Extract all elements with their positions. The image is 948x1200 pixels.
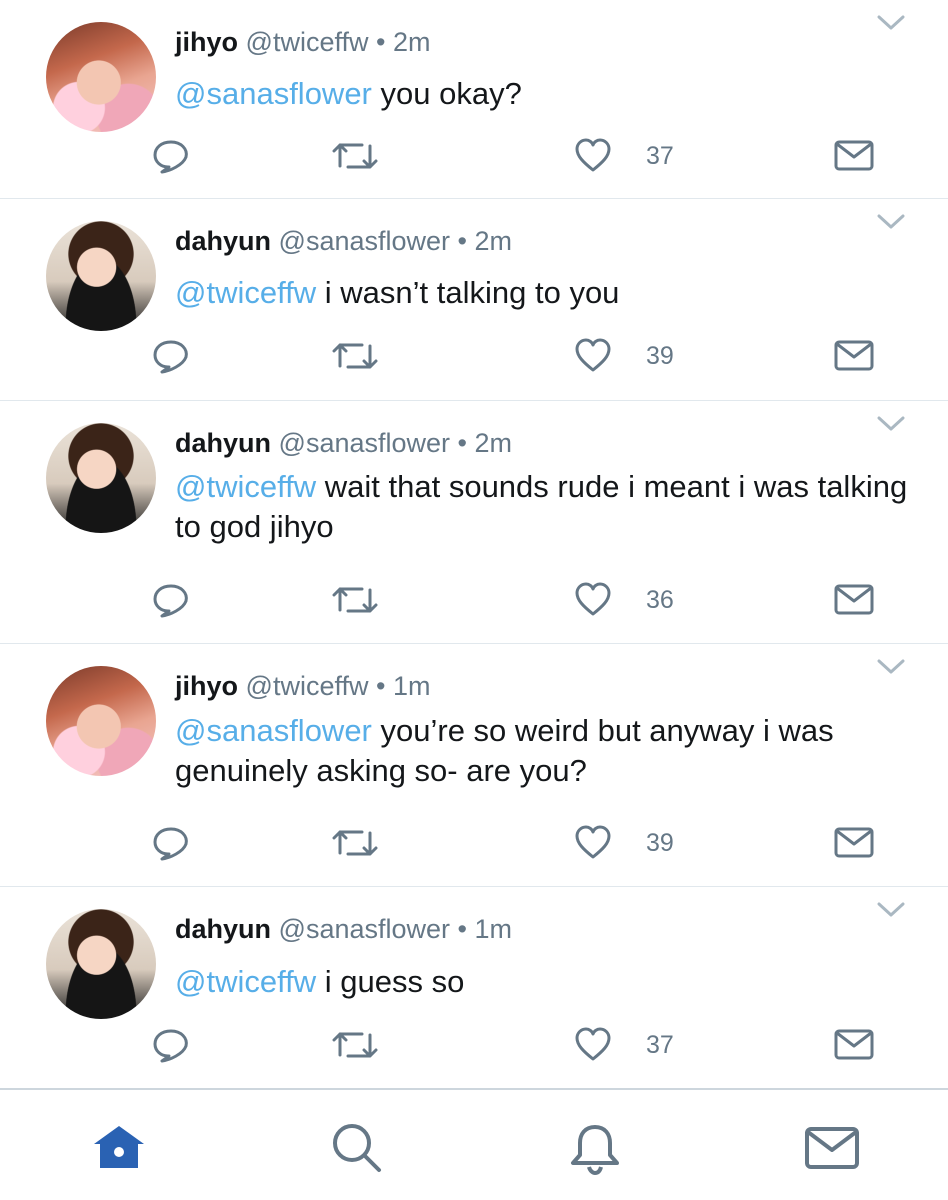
timestamp: 1m [392,671,431,701]
author-name[interactable]: jihyo [175,671,238,701]
direct-message-icon[interactable] [834,339,874,372]
tweet[interactable]: jihyo @twiceffw • 1m @sanasflower you’re… [0,644,948,887]
home-icon[interactable] [90,1122,148,1172]
separator-dot: • [375,671,386,701]
tweet[interactable]: dahyun @sanasflower • 1m @twiceffw i gue… [0,887,948,1088]
like-count: 39 [646,342,674,370]
tweet-header: dahyun @sanasflower • 2m [175,427,512,459]
search-icon[interactable] [330,1122,384,1174]
like-icon[interactable] [574,581,612,617]
retweet-icon[interactable] [332,584,378,616]
author-handle[interactable]: @twiceffw [246,27,369,57]
avatar[interactable] [46,909,156,1019]
timestamp: 1m [474,914,513,944]
author-name[interactable]: dahyun [175,914,271,944]
like-count: 37 [646,142,674,170]
retweet-icon[interactable] [332,827,378,859]
chevron-down-icon[interactable] [876,415,906,433]
reply-icon[interactable] [152,138,190,174]
tweet-text-content: i wasn’t talking to you [316,275,620,310]
chevron-down-icon[interactable] [876,901,906,919]
tweet-header: dahyun @sanasflower • 1m [175,913,512,945]
author-handle[interactable]: @sanasflower [279,226,450,256]
author-handle[interactable]: @sanasflower [279,428,450,458]
author-name[interactable]: dahyun [175,428,271,458]
direct-message-icon[interactable] [834,1028,874,1061]
timestamp: 2m [474,226,513,256]
reply-icon[interactable] [152,338,190,374]
tweet-header: dahyun @sanasflower • 2m [175,225,512,257]
tweet-text-content: i guess so [316,964,465,999]
like-icon[interactable] [574,137,612,173]
direct-message-icon[interactable] [834,139,874,172]
retweet-icon[interactable] [332,1029,378,1061]
chevron-down-icon[interactable] [876,14,906,32]
avatar[interactable] [46,423,156,533]
like-icon[interactable] [574,824,612,860]
notifications-bell-icon[interactable] [568,1122,622,1176]
avatar[interactable] [46,22,156,132]
tweet-text-content: you okay? [371,76,522,111]
author-handle[interactable]: @twiceffw [246,671,369,701]
chevron-down-icon[interactable] [876,658,906,676]
mention-link[interactable]: @twiceffw [175,964,316,999]
tweet-text: @sanasflower you okay? [175,74,915,114]
direct-message-icon[interactable] [834,583,874,616]
retweet-icon[interactable] [332,340,378,372]
reply-icon[interactable] [152,825,190,861]
chevron-down-icon[interactable] [876,213,906,231]
like-icon[interactable] [574,1026,612,1062]
tweet[interactable]: dahyun @sanasflower • 2m @twiceffw wait … [0,401,948,644]
tweet-text: @twiceffw i wasn’t talking to you [175,273,915,313]
direct-message-icon[interactable] [834,826,874,859]
tweet-header: jihyo @twiceffw • 1m [175,670,430,702]
tweet-text: @twiceffw wait that sounds rude i meant … [175,467,915,547]
tweet[interactable]: jihyo @twiceffw • 2m @sanasflower you ok… [0,0,948,199]
separator-dot: • [457,428,467,458]
tweet-text: @sanasflower you’re so weird but anyway … [175,711,915,791]
tweet-text: @twiceffw i guess so [175,962,915,1002]
like-icon[interactable] [574,337,612,373]
author-handle[interactable]: @sanasflower [279,914,450,944]
messages-envelope-icon[interactable] [804,1126,860,1170]
reply-icon[interactable] [152,582,190,618]
mention-link[interactable]: @twiceffw [175,275,316,310]
timeline-feed: jihyo @twiceffw • 2m @sanasflower you ok… [0,0,948,1088]
bottom-tab-bar [0,1088,948,1200]
tweet[interactable]: dahyun @sanasflower • 2m @twiceffw i was… [0,199,948,401]
separator-dot: • [375,27,386,57]
tweet-header: jihyo @twiceffw • 2m [175,26,430,58]
avatar[interactable] [46,221,156,331]
mention-link[interactable]: @sanasflower [175,713,372,748]
mention-link[interactable]: @twiceffw [175,469,316,504]
mention-link[interactable]: @sanasflower [175,76,372,111]
like-count: 39 [646,829,674,857]
separator-dot: • [457,914,467,944]
avatar[interactable] [46,666,156,776]
author-name[interactable]: jihyo [175,27,238,57]
author-name[interactable]: dahyun [175,226,271,256]
like-count: 36 [646,586,674,614]
timestamp: 2m [392,27,431,57]
reply-icon[interactable] [152,1027,190,1063]
like-count: 37 [646,1031,674,1059]
retweet-icon[interactable] [332,140,378,172]
separator-dot: • [457,226,467,256]
timestamp: 2m [474,428,513,458]
